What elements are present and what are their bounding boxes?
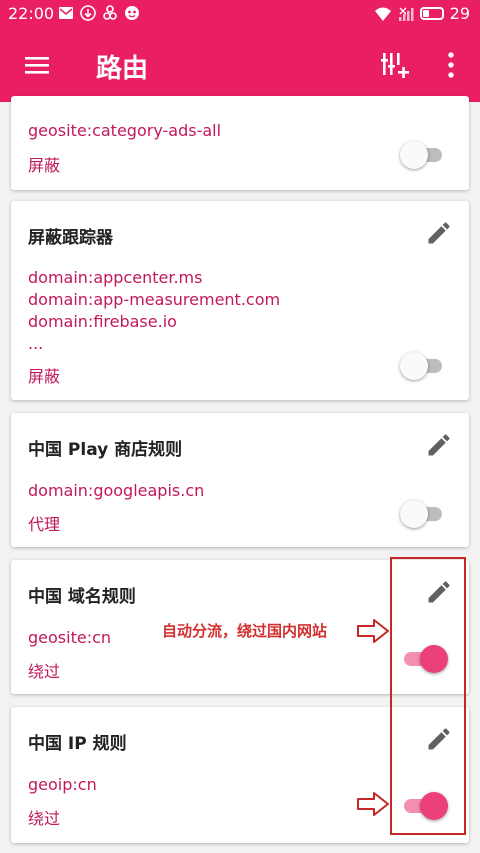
rule-action: 代理 [28,515,61,534]
rule-action: 绕过 [28,809,61,828]
annotation-highlight-box [390,557,466,835]
rule-domain: ... [28,334,44,353]
edit-icon[interactable] [425,431,453,459]
rule-domains: geosite:category-ads-all [28,120,221,142]
rule-enable-toggle[interactable] [400,349,448,383]
rule-domain: domain:googleapis.cn [28,481,205,500]
toggle-knob [400,352,428,380]
more-vert-icon[interactable] [438,50,464,80]
mail-icon [59,7,73,19]
rule-card[interactable]: 中国 Play 商店规则 domain:googleapis.cn 代理 [11,413,469,547]
rule-domain: domain:firebase.io [28,312,177,331]
rule-action: 绕过 [28,662,61,681]
rule-enable-toggle[interactable] [400,497,448,531]
menu-icon[interactable] [24,52,50,78]
annotation-text: 自动分流，绕过国内网站 [162,622,328,640]
battery-icon [419,7,444,20]
link-icon [103,5,117,20]
rule-enable-toggle[interactable] [400,138,448,172]
app-bar: 路由 [0,28,480,102]
rule-domain: geosite:cn [28,628,112,647]
rule-title: 中国 域名规则 [28,587,136,607]
no-signal-icon [398,7,414,21]
toggle-knob [400,500,428,528]
status-bar: 22:00 29 [0,0,480,28]
page-title: 路由 [96,54,149,84]
rule-domains: geoip:cn [28,774,97,796]
game-icon [125,6,139,20]
toggle-knob [400,141,428,169]
wifi-icon [374,7,391,21]
download-icon [80,5,96,21]
status-time: 22:00 [8,4,55,23]
rule-card[interactable]: geosite:category-ads-all 屏蔽 [11,96,469,190]
arrow-right-icon [357,619,389,643]
rule-domain: geosite:category-ads-all [28,121,222,140]
rule-domains: domain:googleapis.cn [28,480,204,502]
rule-title: 屏蔽跟踪器 [28,228,113,248]
rule-domain: domain:appcenter.ms [28,268,203,287]
rule-title: 中国 Play 商店规则 [28,440,183,460]
rule-card[interactable]: 屏蔽跟踪器 domain:appcenter.ms domain:app-mea… [11,201,469,400]
rule-domains: domain:appcenter.ms domain:app-measureme… [28,267,280,355]
battery-level: 29 [449,4,470,23]
edit-icon[interactable] [425,219,453,247]
rule-domain: geoip:cn [28,775,97,794]
arrow-right-icon [357,792,389,816]
rule-domain: domain:app-measurement.com [28,290,281,309]
rule-action: 屏蔽 [28,156,61,175]
rule-domains: geosite:cn [28,627,111,649]
add-rule-icon[interactable] [380,50,410,80]
rule-action: 屏蔽 [28,367,61,386]
rule-title: 中国 IP 规则 [28,734,127,754]
